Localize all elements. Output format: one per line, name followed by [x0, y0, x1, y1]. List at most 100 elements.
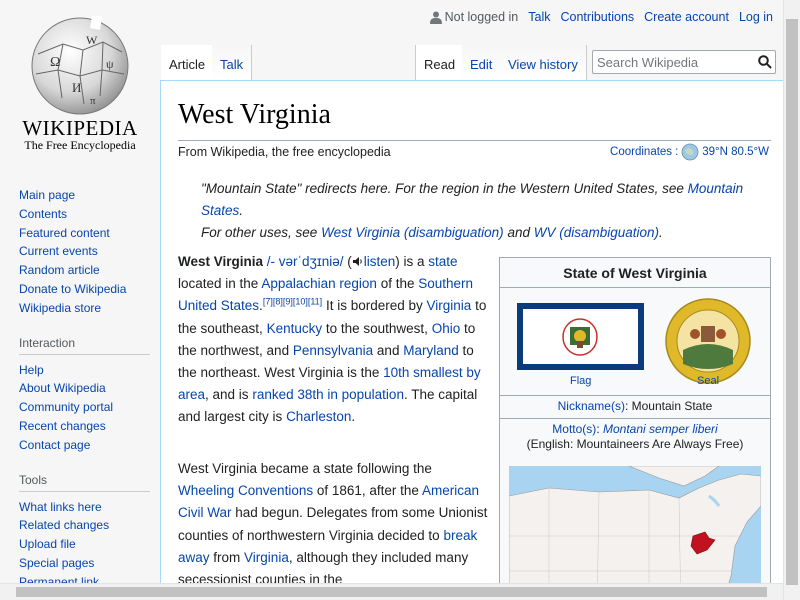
svg-text:W: W — [86, 33, 98, 47]
sidebar-item-donate[interactable]: Donate to Wikipedia — [19, 282, 126, 296]
tab-view-history[interactable]: View history — [500, 45, 587, 80]
hatnote-period: . — [659, 225, 663, 240]
flag-caption[interactable]: Flag — [570, 375, 591, 387]
vertical-scrollbar[interactable] — [783, 0, 800, 600]
link-pennsylvania[interactable]: Pennsylvania — [293, 343, 373, 358]
infobox-images: Flag Seal — [500, 288, 770, 396]
locator-map[interactable] — [509, 466, 761, 600]
horizontal-scroll-thumb[interactable] — [16, 587, 767, 597]
text: to the southwest, — [325, 320, 428, 336]
motto-value[interactable]: Montani semper liberi — [603, 422, 718, 436]
ipa-link[interactable]: /- vərˈdʒɪniə/ — [267, 254, 344, 269]
navigation-portal: Main page Contents Featured content Curr… — [0, 186, 160, 318]
link-charleston[interactable]: Charleston — [286, 409, 351, 424]
sidebar-item-about[interactable]: About Wikipedia — [19, 381, 106, 395]
paragraph-history: West Virginia became a state following t… — [178, 458, 488, 591]
link-virginia-2[interactable]: Virginia — [244, 550, 289, 565]
svg-text:И: И — [72, 80, 81, 95]
coordinates: Coordinates: 39°N 80.5°W — [610, 143, 769, 161]
tab-article-label: Article — [169, 57, 206, 72]
tools-heading: Tools — [19, 473, 150, 492]
search-button[interactable] — [758, 55, 772, 74]
user-icon — [429, 11, 442, 24]
search-box — [592, 50, 776, 74]
tab-edit[interactable]: Edit — [462, 45, 502, 80]
sidebar-item-contact[interactable]: Contact page — [19, 438, 90, 452]
motto-translation: (English: Mountaineers Are Always Free) — [526, 437, 744, 451]
sidebar-item-what-links-here[interactable]: What links here — [19, 500, 102, 514]
infobox-nickname-row: Nickname(s): Mountain State — [500, 396, 770, 419]
motto-label[interactable]: Motto(s) — [552, 422, 596, 436]
tab-history-label: View history — [508, 57, 578, 72]
text: West Virginia became a state following t… — [178, 461, 432, 476]
interaction-heading: Interaction — [19, 336, 150, 355]
contributions-link[interactable]: Contributions — [561, 10, 635, 24]
tab-read[interactable]: Read — [415, 45, 465, 80]
tab-talk[interactable]: Talk — [212, 45, 253, 80]
infobox-title: State of West Virginia — [500, 258, 770, 288]
link-wheeling-conventions[interactable]: Wheeling Conventions — [178, 483, 313, 498]
tab-read-label: Read — [424, 57, 456, 72]
globe-small-icon[interactable] — [681, 143, 699, 161]
nickname-value: Mountain State — [631, 399, 713, 413]
hatnote-other-uses: For other uses, see West Virginia (disam… — [201, 222, 766, 244]
hatnote-period: . — [239, 203, 244, 218]
page-title: West Virginia — [178, 99, 331, 130]
sidebar-item-help[interactable]: Help — [19, 363, 44, 377]
text: is a — [403, 254, 425, 269]
coordinates-value[interactable]: 39°N 80.5°W — [702, 146, 769, 158]
not-logged-in: Not logged in — [429, 10, 518, 24]
link-kentucky[interactable]: Kentucky — [267, 321, 323, 336]
speaker-icon[interactable] — [352, 256, 364, 267]
tab-article[interactable]: Article — [161, 45, 215, 80]
hatnote-and: and — [507, 225, 530, 240]
link-virginia[interactable]: Virginia — [427, 298, 472, 313]
vertical-scroll-thumb[interactable] — [786, 19, 798, 585]
sidebar-item-current-events[interactable]: Current events — [19, 244, 98, 258]
citation-refs[interactable]: [7][8][9][10][11] — [263, 297, 322, 307]
search-icon — [758, 55, 772, 69]
talk-link[interactable]: Talk — [528, 10, 550, 24]
svg-text:Ω: Ω — [50, 55, 60, 70]
nickname-label[interactable]: Nickname(s) — [558, 399, 625, 413]
sidebar-item-upload-file[interactable]: Upload file — [19, 537, 76, 551]
horizontal-scrollbar[interactable] — [0, 583, 783, 600]
search-input[interactable] — [593, 51, 753, 73]
sidebar-item-contents[interactable]: Contents — [19, 207, 67, 221]
text: located in the — [178, 276, 259, 292]
hatnote-text: "Mountain State" redirects here. For the… — [201, 181, 684, 196]
login-link[interactable]: Log in — [739, 10, 773, 24]
sidebar-item-featured-content[interactable]: Featured content — [19, 226, 110, 240]
text: , and is — [205, 387, 249, 403]
sidebar-item-community-portal[interactable]: Community portal — [19, 400, 113, 414]
interaction-portal: Interaction Help About Wikipedia Communi… — [0, 336, 160, 455]
sidebar-item-recent-changes[interactable]: Recent changes — [19, 419, 106, 433]
seal-image[interactable] — [665, 298, 751, 384]
link-ohio[interactable]: Ohio — [432, 321, 461, 336]
hatnote-link-wv-disambiguation[interactable]: WV (disambiguation) — [534, 225, 659, 240]
flag-image[interactable] — [517, 303, 644, 370]
hatnote-link-disambiguation[interactable]: West Virginia (disambiguation) — [321, 225, 504, 240]
link-appalachian-region[interactable]: Appalachian region — [261, 276, 377, 291]
sidebar-item-random-article[interactable]: Random article — [19, 263, 100, 277]
create-account-link[interactable]: Create account — [644, 10, 729, 24]
coordinates-colon: : — [675, 146, 679, 158]
tagline: The Free Encyclopedia — [24, 138, 136, 152]
seal-caption[interactable]: Seal — [697, 375, 719, 387]
tab-talk-label: Talk — [220, 57, 244, 72]
sidebar-item-store[interactable]: Wikipedia store — [19, 301, 101, 315]
coordinates-label[interactable]: Coordinates — [610, 146, 672, 158]
link-ranked-38th[interactable]: ranked 38th in population — [252, 387, 404, 402]
text: . — [351, 409, 356, 425]
sidebar-item-related-changes[interactable]: Related changes — [19, 518, 109, 532]
listen-link[interactable]: listen — [364, 254, 396, 269]
link-maryland[interactable]: Maryland — [403, 343, 459, 358]
link-state[interactable]: state — [428, 254, 457, 269]
article-bold-title: West Virginia — [178, 254, 264, 269]
sidebar-item-special-pages[interactable]: Special pages — [19, 556, 94, 570]
heading-divider — [178, 140, 771, 141]
wikipedia-logo[interactable]: Ω W И ψ π WIKIPEDIA The Free Encyclopedi… — [0, 0, 160, 160]
text: from — [213, 549, 241, 565]
tab-edit-label: Edit — [470, 57, 493, 72]
sidebar-item-main-page[interactable]: Main page — [19, 188, 75, 202]
